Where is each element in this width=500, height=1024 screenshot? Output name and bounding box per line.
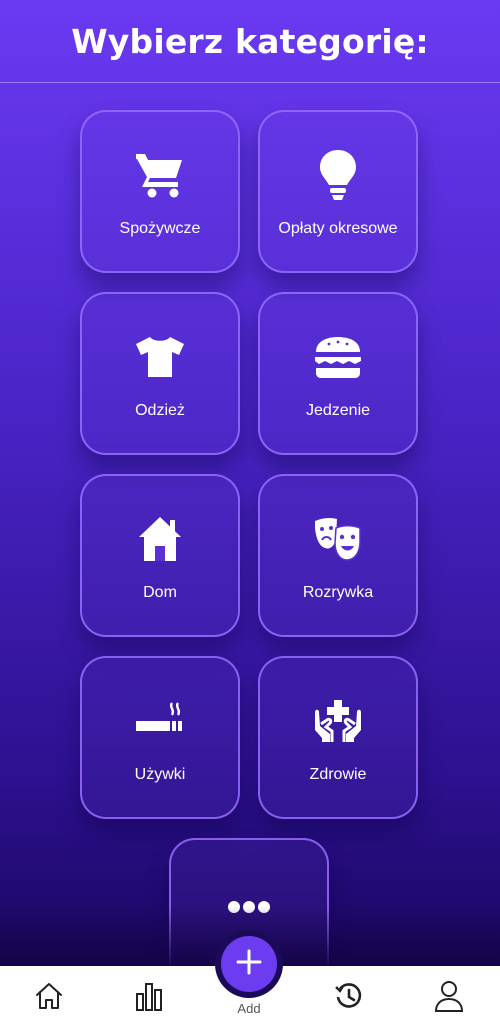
add-button[interactable] bbox=[221, 936, 277, 992]
category-tile-zdrowie[interactable]: Zdrowie bbox=[258, 656, 418, 819]
category-tile-rozrywka[interactable]: Rozrywka bbox=[258, 474, 418, 637]
profile-icon bbox=[433, 979, 465, 1018]
category-label: Jedzenie bbox=[305, 402, 371, 419]
tshirt-icon bbox=[134, 330, 186, 384]
category-tile-oplaty-okresowe[interactable]: Opłaty okresowe bbox=[258, 110, 418, 273]
category-grid: Spożywcze Opłaty okresowe Odzież Jedzeni… bbox=[0, 0, 500, 966]
category-tile-odziez[interactable]: Odzież bbox=[80, 292, 240, 455]
category-label: Używki bbox=[134, 766, 186, 783]
category-label: Odzież bbox=[135, 402, 185, 419]
nav-home[interactable] bbox=[31, 980, 67, 1016]
category-tile-spozywcze[interactable]: Spożywcze bbox=[80, 110, 240, 273]
category-label: Zdrowie bbox=[309, 766, 367, 783]
more-icon bbox=[227, 880, 271, 934]
cigarette-icon bbox=[134, 694, 186, 748]
category-tile-uzywki[interactable]: Używki bbox=[80, 656, 240, 819]
home-icon bbox=[33, 980, 65, 1017]
health-hands-icon bbox=[312, 694, 364, 748]
history-icon bbox=[334, 981, 364, 1016]
app-screen: Wybierz kategorię: Spożywcze Opłaty okre… bbox=[0, 0, 500, 966]
lightbulb-icon bbox=[318, 148, 358, 202]
stats-icon bbox=[133, 980, 165, 1017]
nav-profile[interactable] bbox=[431, 980, 467, 1016]
category-tile-jedzenie[interactable]: Jedzenie bbox=[258, 292, 418, 455]
add-label: Add bbox=[237, 1001, 261, 1016]
add-button-ring bbox=[215, 930, 283, 998]
category-label: Dom bbox=[143, 584, 177, 601]
cart-icon bbox=[134, 148, 186, 202]
house-icon bbox=[137, 512, 183, 566]
theater-masks-icon bbox=[312, 512, 364, 566]
add-icon bbox=[234, 947, 264, 982]
category-label: Spożywcze bbox=[119, 220, 201, 237]
category-label: Opłaty okresowe bbox=[278, 220, 398, 237]
nav-stats[interactable] bbox=[131, 980, 167, 1016]
category-tile-dom[interactable]: Dom bbox=[80, 474, 240, 637]
nav-history[interactable] bbox=[331, 980, 367, 1016]
category-label: Rozrywka bbox=[302, 584, 374, 601]
burger-icon bbox=[313, 330, 363, 384]
